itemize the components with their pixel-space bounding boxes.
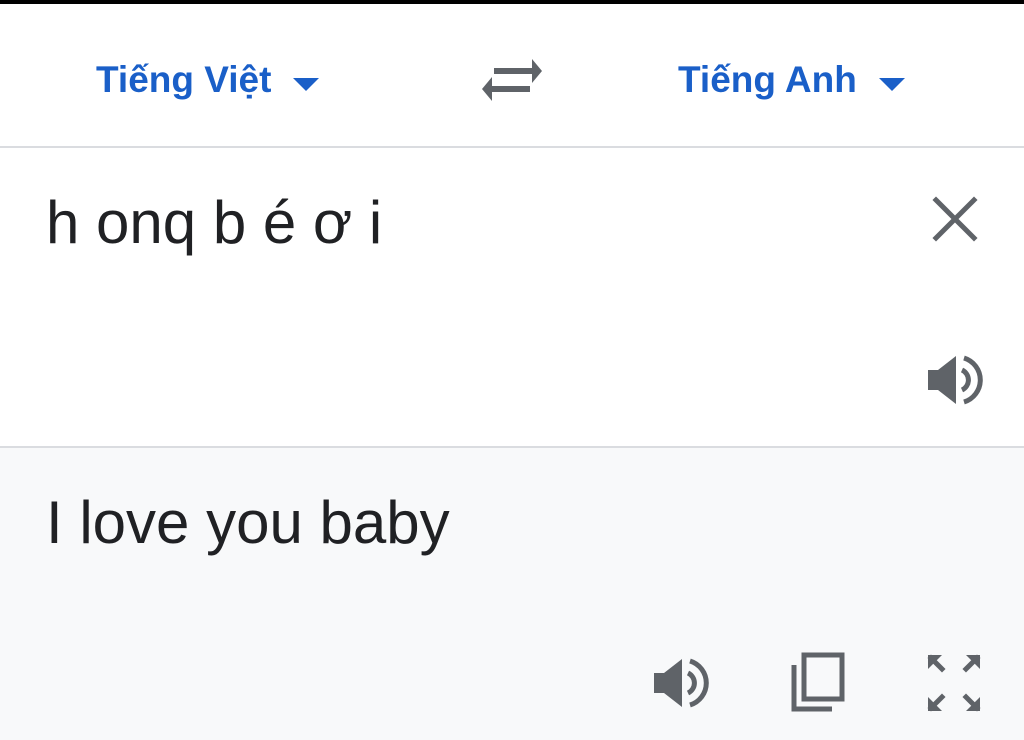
source-panel[interactable]: h onq b é ơ i [0, 148, 1024, 446]
source-text-input[interactable]: h onq b é ơ i [46, 188, 382, 257]
swap-languages-button[interactable] [480, 56, 544, 104]
speaker-icon [928, 355, 983, 405]
target-language-button[interactable]: Tiếng Anh [678, 52, 905, 108]
copy-button[interactable] [786, 651, 850, 715]
caret-down-icon [293, 77, 320, 91]
result-panel: I love you baby [0, 448, 1024, 740]
speaker-icon [654, 658, 709, 708]
swap-icon [482, 59, 542, 101]
clear-button[interactable] [928, 192, 982, 246]
copy-icon [791, 652, 845, 712]
fullscreen-icon [927, 654, 981, 712]
target-language-label: Tiếng Anh [678, 59, 857, 100]
close-icon [932, 196, 978, 242]
listen-translation-button[interactable] [650, 651, 714, 715]
language-bar: Tiếng Việt Tiếng Anh [0, 4, 1024, 146]
source-language-label: Tiếng Việt [96, 59, 272, 100]
source-language-button[interactable]: Tiếng Việt [96, 52, 320, 108]
listen-source-button[interactable] [924, 348, 988, 412]
caret-down-icon [878, 77, 905, 91]
fullscreen-button[interactable] [922, 651, 986, 715]
translation-text: I love you baby [46, 489, 450, 556]
